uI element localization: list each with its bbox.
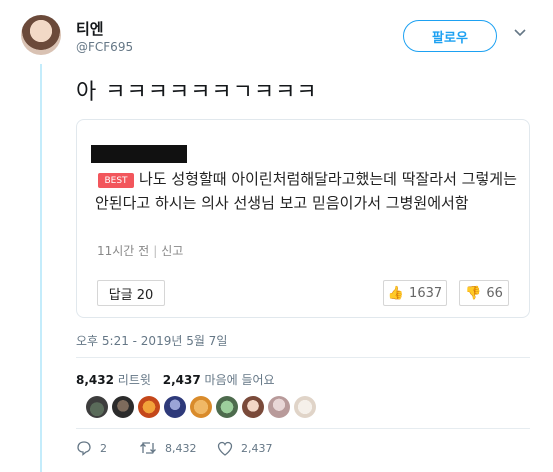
liker-avatar[interactable] <box>112 396 134 418</box>
upvote-count: 1637 <box>409 285 443 301</box>
upvote-button: 👍 1637 <box>383 280 447 306</box>
reply-icon <box>77 441 91 456</box>
retweet-icon <box>140 442 156 454</box>
like-label[interactable]: 마음에 들어요 <box>205 373 275 387</box>
thumbs-up-icon: 👍 <box>387 285 405 301</box>
liker-avatar[interactable] <box>86 396 108 418</box>
meta-separator: | <box>153 244 158 258</box>
redacted-username <box>91 145 187 163</box>
liker-avatar[interactable] <box>268 396 290 418</box>
comment-time: 11시간 전 <box>97 244 150 258</box>
liker-avatar[interactable] <box>138 396 160 418</box>
downvote-count: 66 <box>486 285 503 301</box>
attached-image-card[interactable]: BEST 나도 성형할때 아이린처럼해달라고했는데 딱잘라서 그렇게는 안된다고… <box>76 119 530 318</box>
reply-count: 2 <box>100 441 107 455</box>
divider <box>76 428 530 429</box>
retweet-label[interactable]: 리트윗 <box>118 373 151 387</box>
thumbs-down-icon: 👎 <box>465 285 482 301</box>
chevron-down-icon[interactable] <box>514 25 526 41</box>
liker-avatar[interactable] <box>190 396 212 418</box>
follow-button[interactable]: 팔로우 <box>403 20 497 52</box>
liker-avatar[interactable] <box>242 396 264 418</box>
thread-line <box>40 64 42 472</box>
reply-action[interactable]: 2 <box>76 440 139 456</box>
like-count[interactable]: 2,437 <box>163 373 201 387</box>
tweet-stats: 8,432 리트윗 2,437 마음에 들어요 <box>76 371 275 388</box>
retweet-action[interactable]: 8,432 <box>139 441 217 455</box>
tweet-timestamp[interactable]: 오후 5:21 - 2019년 5월 7일 <box>76 332 227 349</box>
reply-count-button: 답글 20 <box>97 280 165 306</box>
liker-avatar[interactable] <box>164 396 186 418</box>
retweet-action-count: 8,432 <box>165 441 197 455</box>
tweet-text: 아 ㅋㅋㅋㅋㅋㅋㄱㅋㅋㅋ <box>76 80 318 105</box>
tweet-header: 티엔 @FCF695 팔로우 <box>21 15 539 57</box>
author-name[interactable]: 티엔 <box>76 18 104 39</box>
divider <box>76 357 530 358</box>
like-action-count: 2,437 <box>241 441 273 455</box>
report-link: 신고 <box>161 244 184 258</box>
comment-text: 나도 성형할때 아이린처럼해달라고했는데 딱잘라서 그렇게는 안된다고 하시는 … <box>95 170 517 212</box>
comment-meta: 11시간 전 | 신고 <box>97 242 183 259</box>
author-handle[interactable]: @FCF695 <box>76 40 133 54</box>
heart-icon <box>217 441 233 456</box>
liker-avatar[interactable] <box>294 396 316 418</box>
downvote-button: 👎 66 <box>459 280 509 306</box>
tweet-actions: 2 8,432 2,437 <box>76 440 273 456</box>
liker-avatars <box>86 396 316 420</box>
avatar[interactable] <box>21 15 61 55</box>
retweet-count[interactable]: 8,432 <box>76 373 114 387</box>
liker-avatar[interactable] <box>216 396 238 418</box>
like-action[interactable]: 2,437 <box>217 441 273 456</box>
